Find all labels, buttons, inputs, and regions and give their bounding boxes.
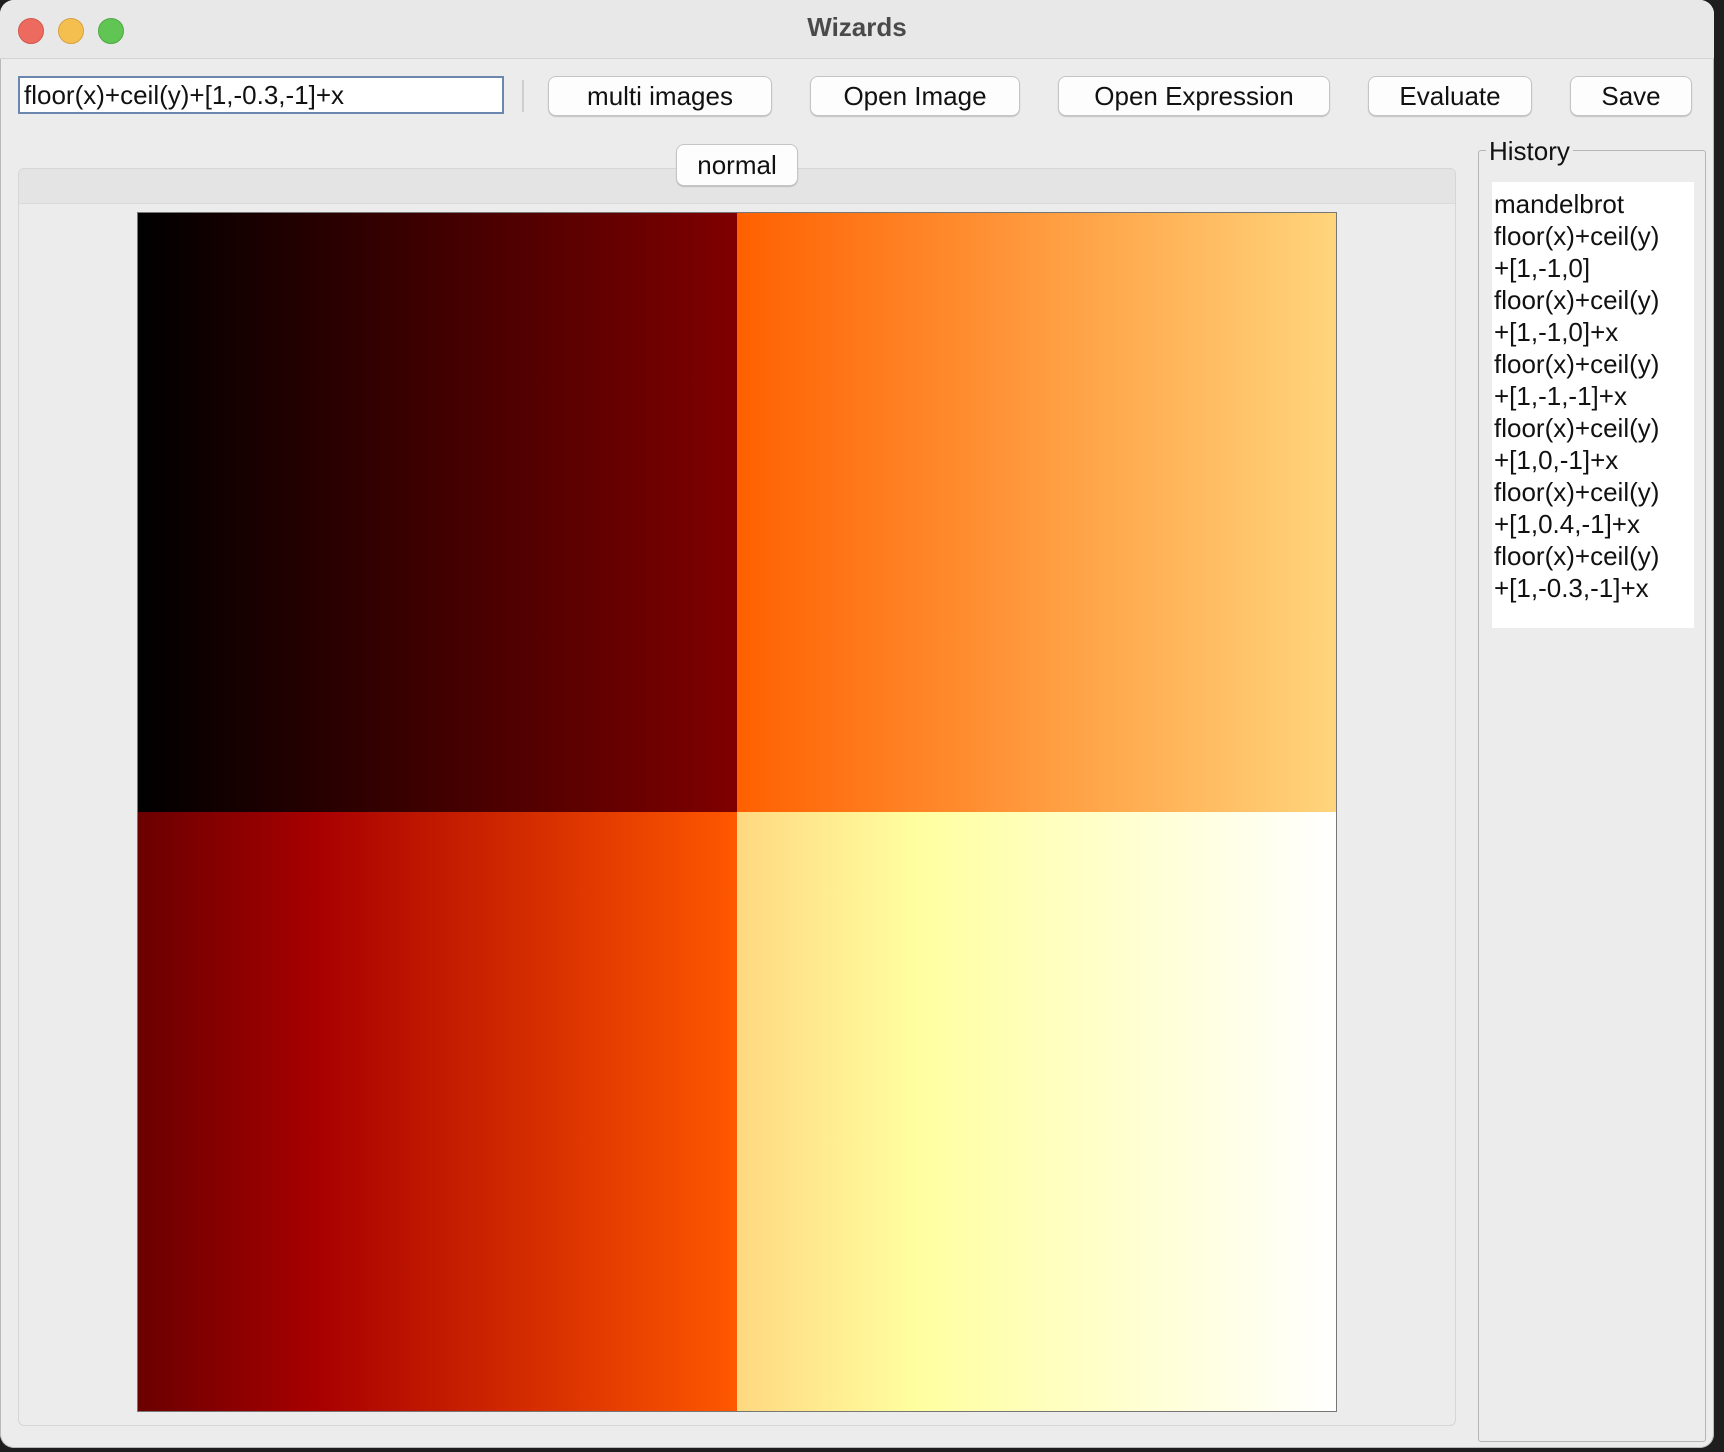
history-panel: History mandelbrot floor(x)+ceil(y) +[1,… bbox=[1472, 136, 1710, 1442]
history-title: History bbox=[1486, 136, 1573, 167]
mode-toggle-button[interactable]: normal bbox=[676, 144, 798, 186]
title-bar: Wizards bbox=[0, 0, 1714, 59]
open-expression-button[interactable]: Open Expression bbox=[1058, 76, 1330, 116]
toolbar-separator bbox=[522, 80, 524, 112]
history-item[interactable]: mandelbrot bbox=[1494, 188, 1694, 220]
history-item[interactable]: floor(x)+ceil(y) +[1,0,-1]+x bbox=[1494, 412, 1694, 476]
multi-images-button[interactable]: multi images bbox=[548, 76, 772, 116]
image-quadrant-top-right bbox=[737, 213, 1336, 812]
image-quadrant-bottom-left bbox=[138, 812, 737, 1411]
history-list[interactable]: mandelbrot floor(x)+ceil(y) +[1,-1,0] fl… bbox=[1492, 182, 1694, 628]
history-item[interactable]: floor(x)+ceil(y) +[1,-1,0]+x bbox=[1494, 284, 1694, 348]
image-quadrant-top-left bbox=[138, 213, 737, 812]
result-image bbox=[137, 212, 1337, 1412]
save-button[interactable]: Save bbox=[1570, 76, 1692, 116]
app-window: Wizards multi images Open Image Open Exp… bbox=[0, 0, 1714, 1448]
window-title: Wizards bbox=[807, 12, 907, 42]
open-image-button[interactable]: Open Image bbox=[810, 76, 1020, 116]
image-quadrant-bottom-right bbox=[737, 812, 1336, 1411]
evaluate-button[interactable]: Evaluate bbox=[1368, 76, 1532, 116]
history-item[interactable]: floor(x)+ceil(y) +[1,-0.3,-1]+x bbox=[1494, 540, 1694, 604]
history-item[interactable]: floor(x)+ceil(y) +[1,-1,-1]+x bbox=[1494, 348, 1694, 412]
history-item[interactable]: floor(x)+ceil(y) +[1,0.4,-1]+x bbox=[1494, 476, 1694, 540]
history-item[interactable]: floor(x)+ceil(y) +[1,-1,0] bbox=[1494, 220, 1694, 284]
expression-input[interactable] bbox=[18, 76, 504, 114]
